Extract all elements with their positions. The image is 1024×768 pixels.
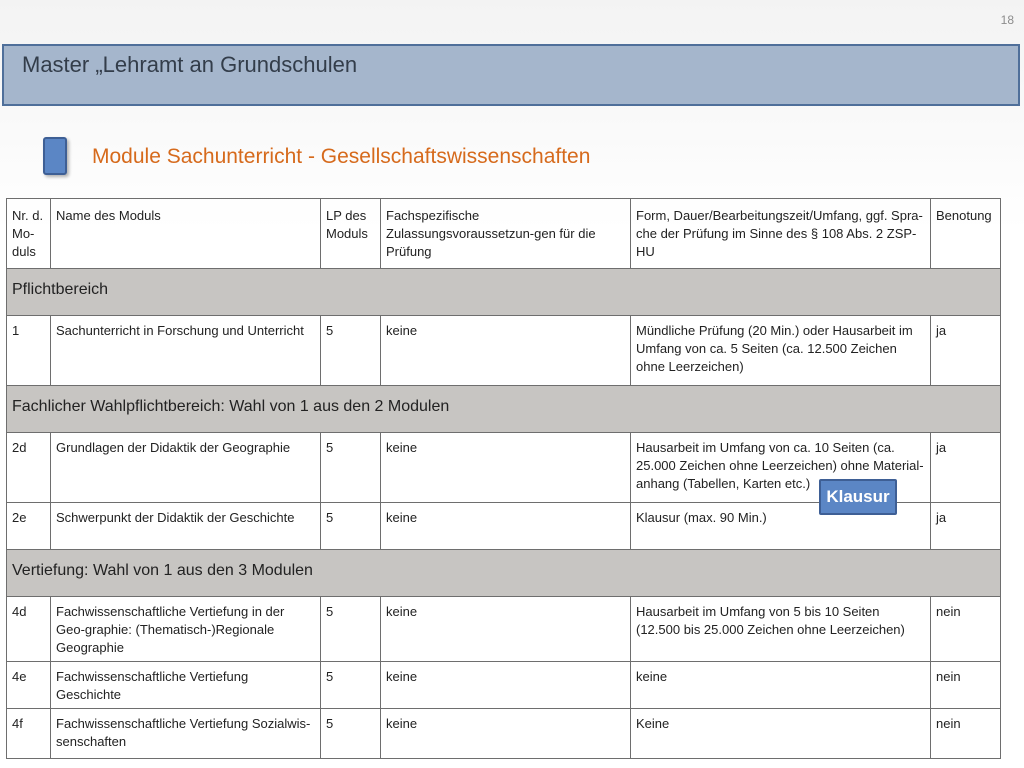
cell-nr: 2e xyxy=(6,502,51,550)
bullet-marker xyxy=(43,137,67,175)
cell-benotung: nein xyxy=(930,596,1001,662)
cell-name: Fachwissenschaftliche Vertiefung Sozialw… xyxy=(50,708,321,759)
cell-form: Hausarbeit im Umfang von 5 bis 10 Seiten… xyxy=(630,596,931,662)
cell-benotung: ja xyxy=(930,502,1001,550)
title-bar: Master „Lehramt an Grundschulen xyxy=(2,44,1020,106)
table-row: 1 Sachunterricht in Forschung und Unterr… xyxy=(6,315,1001,386)
header-lp: LP des Moduls xyxy=(320,198,381,269)
header-zulassung: Fachspezifische Zulassungsvoraussetzun-g… xyxy=(380,198,631,269)
header-name: Name des Moduls xyxy=(50,198,321,269)
table-row: 4d Fachwissenschaftliche Vertiefung in d… xyxy=(6,596,1001,662)
cell-nr: 4e xyxy=(6,661,51,709)
cell-zulassung: keine xyxy=(380,315,631,386)
cell-form: Mündliche Prüfung (20 Min.) oder Hausarb… xyxy=(630,315,931,386)
cell-lp: 5 xyxy=(320,432,381,503)
cell-lp: 5 xyxy=(320,502,381,550)
cell-name: Sachunterricht in Forschung und Unterric… xyxy=(50,315,321,386)
cell-nr: 2d xyxy=(6,432,51,503)
cell-benotung: ja xyxy=(930,315,1001,386)
cell-form: keine xyxy=(630,661,931,709)
cell-nr: 4d xyxy=(6,596,51,662)
cell-name: Schwerpunkt der Didaktik der Geschichte xyxy=(50,502,321,550)
klausur-button[interactable]: Klausur xyxy=(819,479,897,515)
table-header-row: Nr. d. Mo-duls Name des Moduls LP des Mo… xyxy=(6,198,1001,269)
cell-benotung: ja xyxy=(930,432,1001,503)
section-row-pflicht: Pflichtbereich xyxy=(6,268,1001,316)
section-row-vertiefung: Vertiefung: Wahl von 1 aus den 3 Modulen xyxy=(6,549,1001,597)
cell-name: Fachwissenschaftliche Vertiefung Geschic… xyxy=(50,661,321,709)
cell-zulassung: keine xyxy=(380,661,631,709)
cell-nr: 1 xyxy=(6,315,51,386)
cell-lp: 5 xyxy=(320,661,381,709)
cell-benotung: nein xyxy=(930,661,1001,709)
cell-zulassung: keine xyxy=(380,596,631,662)
cell-lp: 5 xyxy=(320,596,381,662)
cell-lp: 5 xyxy=(320,315,381,386)
cell-zulassung: keine xyxy=(380,432,631,503)
slide-title: Master „Lehramt an Grundschulen xyxy=(22,52,358,77)
section-title: Fachlicher Wahlpflichtbereich: Wahl von … xyxy=(6,385,1001,433)
cell-zulassung: keine xyxy=(380,708,631,759)
header-nr: Nr. d. Mo-duls xyxy=(6,198,51,269)
cell-form: Keine xyxy=(630,708,931,759)
header-benotung: Benotung xyxy=(930,198,1001,269)
section-title: Vertiefung: Wahl von 1 aus den 3 Modulen xyxy=(6,549,1001,597)
table-row: 4e Fachwissenschaftliche Vertiefung Gesc… xyxy=(6,661,1001,709)
cell-zulassung: keine xyxy=(380,502,631,550)
cell-nr: 4f xyxy=(6,708,51,759)
slide-subtitle: Module Sachunterricht - Gesellschaftswis… xyxy=(92,145,591,168)
cell-name: Grundlagen der Didaktik der Geographie xyxy=(50,432,321,503)
section-row-wahlpflicht: Fachlicher Wahlpflichtbereich: Wahl von … xyxy=(6,385,1001,433)
section-title: Pflichtbereich xyxy=(6,268,1001,316)
cell-benotung: nein xyxy=(930,708,1001,759)
page-number: 18 xyxy=(1000,13,1014,27)
cell-name: Fachwissenschaftliche Vertiefung in der … xyxy=(50,596,321,662)
cell-lp: 5 xyxy=(320,708,381,759)
header-form: Form, Dauer/Bearbeitungszeit/Umfang, ggf… xyxy=(630,198,931,269)
table-row: 4f Fachwissenschaftliche Vertiefung Sozi… xyxy=(6,708,1001,759)
